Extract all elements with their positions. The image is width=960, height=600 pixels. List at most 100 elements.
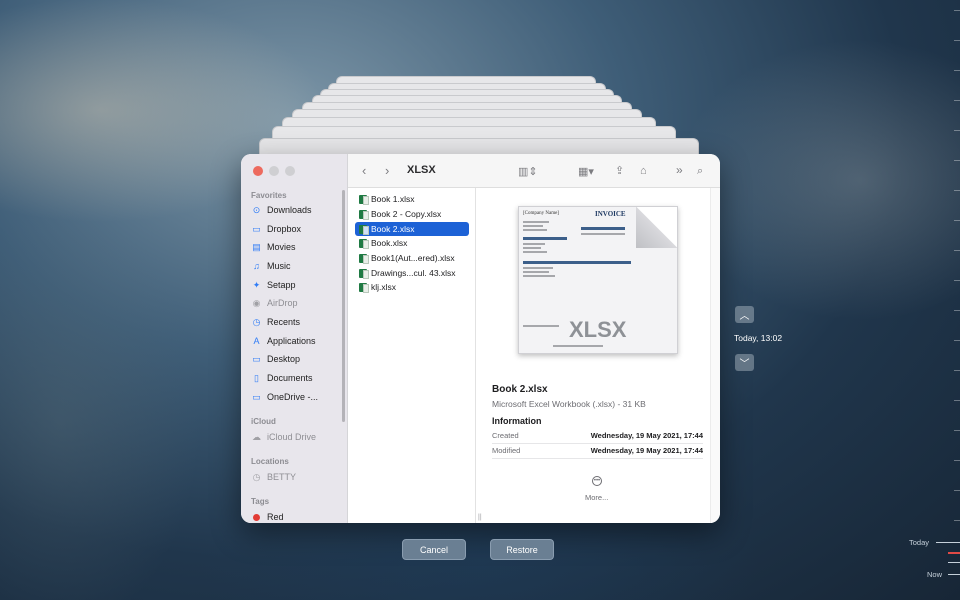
forward-button[interactable]: › [385, 163, 389, 179]
window-controls [253, 166, 295, 176]
sidebar-item-icloud-drive[interactable]: ☁ iCloud Drive [251, 429, 316, 445]
information-heading: Information [492, 416, 542, 426]
sidebar-item-dropbox[interactable]: ▭ Dropbox [251, 221, 301, 237]
more-toolbar-button[interactable]: » [676, 162, 683, 178]
preview-scrollbar[interactable] [710, 188, 720, 523]
timeline-now-label[interactable]: Now [927, 570, 942, 579]
tag-button[interactable]: ⌂ [640, 163, 647, 179]
sidebar-item-onedrive[interactable]: ▭ OneDrive -... [251, 389, 318, 405]
excel-file-icon [359, 238, 369, 249]
sidebar-item-label: BETTY [267, 472, 297, 482]
folder-icon: ▭ [252, 391, 261, 402]
applications-icon: A [253, 336, 260, 346]
sidebar-item-music[interactable]: ♫ Music [251, 258, 291, 274]
created-row: Created Wednesday, 19 May 2021, 17:44 [492, 428, 703, 444]
excel-file-icon [359, 224, 369, 235]
sidebar-item-label: AirDrop [267, 298, 298, 308]
sidebar-item-betty[interactable]: ◷ BETTY [251, 469, 296, 485]
sidebar: Favorites ⊙ Downloads ▭ Dropbox ▤ Movies… [241, 154, 348, 523]
file-name: Book 2 - Copy.xlsx [371, 209, 442, 219]
sidebar-section-favorites: Favorites [251, 191, 287, 200]
sidebar-item-label: Movies [267, 242, 296, 252]
file-list: Book 1.xlsx Book 2 - Copy.xlsx Book 2.xl… [348, 188, 476, 523]
sidebar-item-label: Recents [267, 317, 301, 327]
sidebar-item-label: Setapp [267, 280, 296, 290]
film-icon: ▤ [252, 241, 261, 252]
sidebar-item-label: Red [267, 512, 284, 522]
preview-pane: [Company Name] INVOICE XLSX Book 2.xlsx … [485, 188, 709, 523]
desktop-icon: ▭ [252, 353, 261, 364]
snapshot-time-label: Today, 13:02 [734, 333, 783, 343]
page-curl [636, 207, 677, 248]
folder-icon: ▭ [252, 223, 261, 234]
search-button[interactable]: ⌕ [697, 163, 703, 179]
list-item[interactable]: Book 2 - Copy.xlsx [355, 207, 469, 221]
view-mode-button[interactable]: ▥⇕ [518, 164, 538, 180]
sidebar-item-recents[interactable]: ◷ Recents [251, 314, 300, 330]
file-name: Book 2.xlsx [371, 224, 415, 234]
file-name: Book1(Aut...ered).xlsx [371, 253, 455, 263]
created-label: Created [492, 431, 519, 440]
more-chevron-icon: » [676, 163, 683, 177]
sidebar-scrollbar[interactable] [342, 190, 345, 422]
file-name: Book.xlsx [371, 238, 408, 248]
list-item[interactable]: Book 1.xlsx [355, 192, 469, 206]
list-item[interactable]: Drawings...cul. 43.xlsx [355, 266, 469, 280]
share-icon: ⇪ [615, 165, 625, 177]
setapp-icon: ✦ [252, 279, 261, 290]
modified-label: Modified [492, 446, 521, 455]
minimize-button[interactable] [269, 166, 279, 176]
sidebar-section-icloud: iCloud [251, 417, 276, 426]
older-snapshot-button[interactable]: ︿ [735, 306, 754, 323]
sidebar-item-applications[interactable]: A Applications [251, 333, 316, 349]
newer-snapshot-button[interactable]: ﹀ [735, 354, 754, 371]
created-value: Wednesday, 19 May 2021, 17:44 [590, 431, 703, 440]
preview-file-name: Book 2.xlsx [492, 384, 548, 395]
timeline[interactable] [946, 0, 960, 600]
column-resize-handle[interactable]: || [478, 514, 482, 521]
chevron-down-icon: ﹀ [739, 359, 750, 370]
sidebar-item-tag-red[interactable]: Red [251, 509, 284, 523]
excel-file-icon [359, 194, 369, 205]
sidebar-item-airdrop[interactable]: ◉ AirDrop [251, 295, 298, 311]
sidebar-item-label: Applications [267, 336, 316, 346]
more-button[interactable]: More... [585, 493, 608, 502]
file-name: Book 1.xlsx [371, 194, 415, 204]
chevron-left-icon: ‹ [362, 163, 367, 178]
sidebar-section-locations: Locations [251, 457, 289, 466]
clock-icon: ◷ [252, 471, 261, 482]
sidebar-item-label: Music [267, 261, 291, 271]
sidebar-item-movies[interactable]: ▤ Movies [251, 239, 296, 255]
airdrop-icon: ◉ [252, 297, 261, 308]
timeline-today-label[interactable]: Today [909, 538, 929, 547]
list-item[interactable]: klj.xlsx [355, 280, 469, 294]
close-button[interactable] [253, 166, 263, 176]
zoom-button[interactable] [285, 166, 295, 176]
sidebar-item-documents[interactable]: ▯ Documents [251, 370, 313, 386]
file-name: Drawings...cul. 43.xlsx [371, 268, 456, 278]
sidebar-item-desktop[interactable]: ▭ Desktop [251, 351, 300, 367]
tag-icon: ⌂ [640, 165, 647, 177]
modified-value: Wednesday, 19 May 2021, 17:44 [590, 446, 703, 455]
music-icon: ♫ [253, 261, 260, 271]
clock-icon: ◷ [252, 316, 261, 327]
restore-button[interactable]: Restore [490, 539, 554, 560]
list-item-selected[interactable]: Book 2.xlsx [355, 222, 469, 236]
file-name: klj.xlsx [371, 282, 397, 292]
red-tag-icon [251, 512, 262, 523]
document-icon: ▯ [254, 372, 259, 383]
timeline-current-marker [948, 552, 960, 554]
list-item[interactable]: Book.xlsx [355, 236, 469, 250]
cancel-button[interactable]: Cancel [402, 539, 466, 560]
back-button[interactable]: ‹ [362, 163, 366, 179]
group-button[interactable]: ▦▾ [578, 164, 594, 180]
sidebar-item-setapp[interactable]: ✦ Setapp [251, 277, 296, 293]
ellipsis-icon[interactable]: ••• [592, 476, 602, 486]
preview-file-kind: Microsoft Excel Workbook (.xlsx) - 31 KB [492, 399, 646, 409]
sidebar-item-label: Dropbox [267, 224, 302, 234]
share-button[interactable]: ⇪ [615, 163, 624, 179]
sidebar-item-label: iCloud Drive [267, 432, 317, 442]
sidebar-item-label: Downloads [267, 205, 312, 215]
list-item[interactable]: Book1(Aut...ered).xlsx [355, 251, 469, 265]
sidebar-item-downloads[interactable]: ⊙ Downloads [251, 202, 312, 218]
